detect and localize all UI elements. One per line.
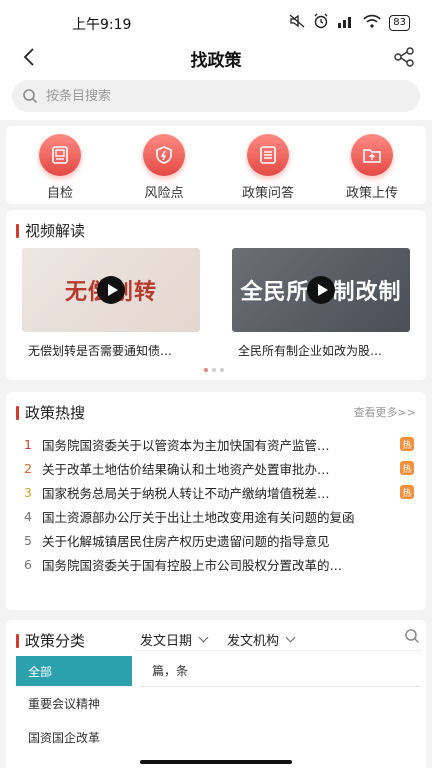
section-title-text: 政策分类 — [25, 632, 86, 650]
video-section: 视频解读 无偿划转 无偿划转是否需要通知债… 全民所有制改制 全民所有制企业如改… — [6, 210, 426, 380]
top-bar: 找政策 — [0, 44, 432, 120]
status-bar: 上午9:19 83 — [0, 0, 432, 44]
share-icon — [394, 47, 414, 67]
divider — [134, 650, 422, 651]
hot-item-title: 关于改革土地估价结果确认和土地资产处置审批办… — [42, 461, 330, 477]
filter-search-button[interactable] — [404, 628, 420, 648]
home-indicator — [140, 760, 292, 764]
section-title-text: 政策热搜 — [25, 404, 86, 422]
filter-label: 发文日期 — [140, 633, 193, 649]
chevron-down-icon — [198, 632, 209, 642]
category-item-meeting[interactable]: 重要会议精神 — [16, 686, 132, 720]
hot-rank-number: 6 — [24, 556, 32, 572]
filter-label: 发文机构 — [227, 633, 280, 649]
mute-icon — [289, 14, 305, 31]
wifi-icon — [363, 14, 381, 31]
quick-action-policy-qa[interactable]: 政策问答 — [223, 126, 313, 204]
hot-rank-number: 5 — [24, 532, 32, 548]
shield-alert-icon — [143, 134, 185, 176]
quick-action-label: 政策问答 — [241, 186, 294, 201]
category-item-all[interactable]: 全部 — [16, 656, 132, 686]
hot-list-item[interactable]: 5 关于化解城镇居民住房产权历史遗留问题的指导意见 — [24, 528, 414, 552]
play-icon[interactable] — [307, 276, 335, 304]
chevron-down-icon — [285, 632, 296, 642]
filter-agency[interactable]: 发文机构 — [227, 630, 296, 649]
hot-item-title: 国家税务总局关于纳税人转让不动产缴纳增值税差… — [42, 485, 330, 501]
hot-rank-number: 3 — [24, 484, 32, 500]
quick-action-risk-point[interactable]: 风险点 — [119, 126, 209, 204]
hot-item-title: 国土资源部办公厅关于出让土地改变用途有关问题的复函 — [42, 509, 355, 525]
hot-search-section: 政策热搜 查看更多>> 1 国务院国资委关于以管资本为主加快国有资产监管… 热 2 关于… — [6, 392, 426, 610]
hot-list-item[interactable]: 6 国务院国资委关于国有控股上市公司股权分置改革的… — [24, 552, 414, 576]
section-title: 政策热搜 — [16, 402, 85, 423]
id-card-icon — [39, 134, 81, 176]
signal-icon — [337, 14, 355, 31]
hot-item-title: 关于化解城镇居民住房产权历史遗留问题的指导意见 — [42, 533, 330, 549]
filter-bar: 发文日期 发文机构 — [134, 626, 426, 652]
carousel-dot — [212, 368, 216, 372]
quick-action-self-check[interactable]: 自检 — [15, 126, 105, 204]
video-caption[interactable]: 全民所有制企业如改为股… — [238, 342, 418, 359]
video-thumbnail[interactable]: 无偿划转 — [22, 248, 200, 332]
hot-rank-number: 4 — [24, 508, 32, 524]
category-item-reform[interactable]: 国资国企改革 — [16, 720, 132, 754]
quick-action-label: 政策上传 — [345, 186, 398, 201]
search-bar[interactable] — [12, 80, 420, 112]
status-time: 上午9:19 — [72, 17, 132, 33]
video-caption[interactable]: 无偿划转是否需要通知债… — [28, 342, 208, 359]
share-button[interactable] — [390, 44, 418, 70]
section-bar — [16, 223, 19, 238]
hot-badge: 热 — [400, 485, 414, 499]
hot-badge: 热 — [400, 461, 414, 475]
quick-action-label: 自检 — [46, 186, 73, 201]
folder-upload-icon — [351, 134, 393, 176]
hot-item-title: 国务院国资委关于以管资本为主加快国有资产监管… — [42, 437, 330, 453]
section-title-text: 视频解读 — [25, 222, 86, 240]
view-more-link[interactable]: 查看更多>> — [354, 404, 416, 420]
search-icon — [23, 89, 38, 104]
status-icons: 83 — [289, 13, 410, 32]
search-icon — [405, 629, 420, 644]
policy-category-section: 政策分类 发文日期 发文机构 全部 重要会议精神 国资国企改革 篇，条 — [6, 620, 426, 768]
document-list-icon — [247, 134, 289, 176]
battery-indicator: 83 — [389, 14, 410, 31]
quick-actions: 自检 风险点 政策问答 政策上传 — [6, 126, 426, 204]
search-input[interactable] — [46, 88, 386, 104]
section-bar — [16, 405, 19, 420]
alarm-icon — [313, 13, 329, 32]
quick-action-policy-upload[interactable]: 政策上传 — [327, 126, 417, 204]
page-title: 找政策 — [190, 51, 242, 71]
hot-item-title: 国务院国资委关于国有控股上市公司股权分置改革的… — [42, 557, 343, 573]
carousel-dot — [220, 368, 224, 372]
hot-badge: 热 — [400, 437, 414, 451]
category-sidebar: 全部 重要会议精神 国资国企改革 — [16, 656, 132, 754]
carousel-dots — [204, 368, 224, 372]
hot-list-item[interactable]: 3 国家税务总局关于纳税人转让不动产缴纳增值税差… 热 — [24, 480, 414, 504]
divider — [140, 686, 422, 687]
play-icon[interactable] — [97, 276, 125, 304]
result-count: 篇，条 — [152, 664, 189, 678]
quick-action-label: 风险点 — [144, 186, 184, 201]
section-title: 视频解读 — [16, 220, 85, 241]
hot-list: 1 国务院国资委关于以管资本为主加快国有资产监管… 热 2 关于改革土地估价结果确认和土… — [24, 432, 414, 576]
hot-list-item[interactable]: 2 关于改革土地估价结果确认和土地资产处置审批办… 热 — [24, 456, 414, 480]
hot-rank-number: 2 — [24, 460, 32, 476]
section-title: 政策分类 — [16, 630, 85, 651]
hot-rank-number: 1 — [24, 436, 32, 452]
filter-date[interactable]: 发文日期 — [140, 630, 209, 649]
hot-list-item[interactable]: 1 国务院国资委关于以管资本为主加快国有资产监管… 热 — [24, 432, 414, 456]
carousel-dot-active — [204, 368, 208, 372]
video-thumbnail[interactable]: 全民所有制改制 — [232, 248, 410, 332]
section-bar — [16, 633, 19, 648]
hot-list-item[interactable]: 4 国土资源部办公厅关于出让土地改变用途有关问题的复函 — [24, 504, 414, 528]
